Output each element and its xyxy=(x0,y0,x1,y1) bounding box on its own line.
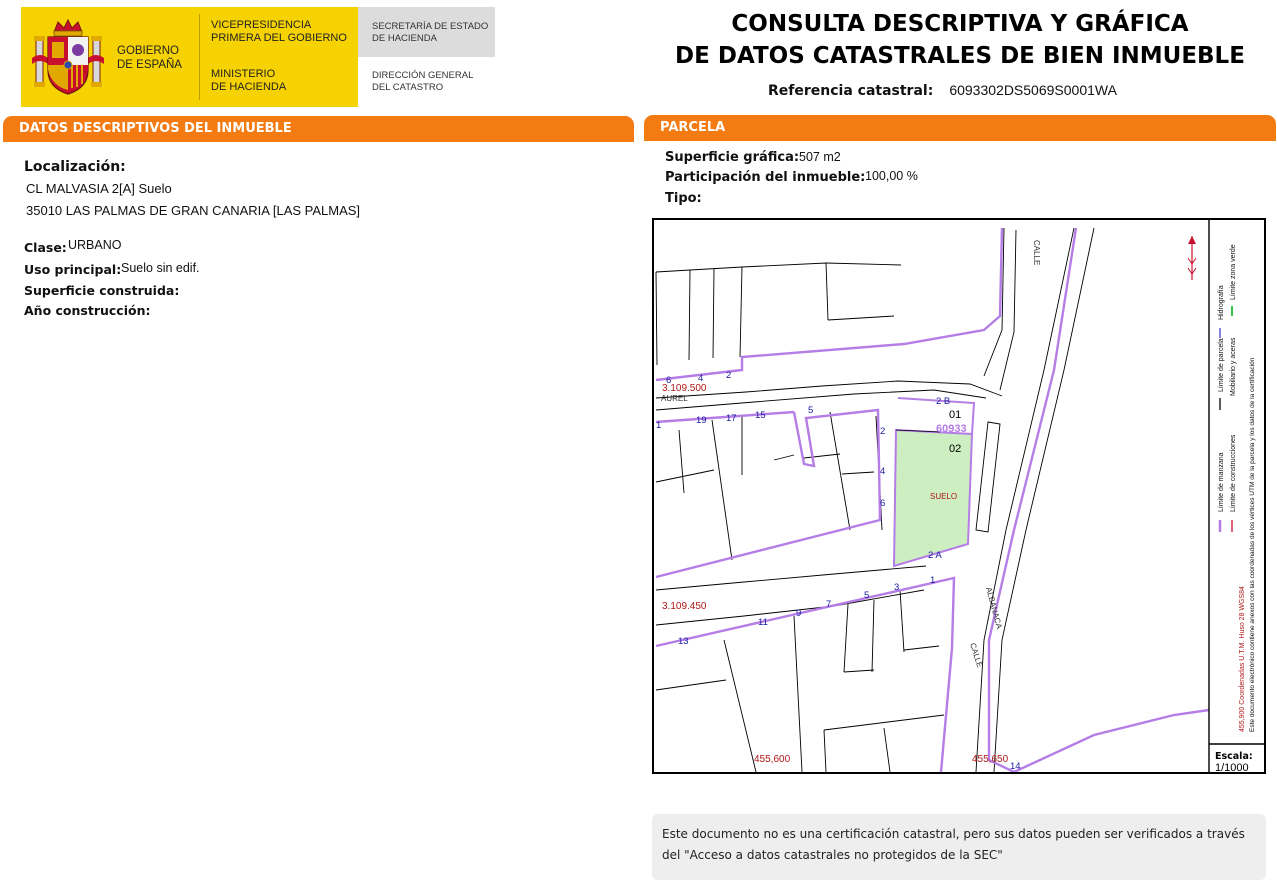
svg-text:Este documento electrónico con: Este documento electrónico contiene anex… xyxy=(1249,357,1256,732)
number-label: 2 xyxy=(726,370,731,381)
descriptivos-underline xyxy=(3,140,634,142)
coord-y2: 3.109.450 xyxy=(662,601,707,612)
svg-text:455,900 Coordenadas U.T.M. Hus: 455,900 Coordenadas U.T.M. Huso 28 WGS84 xyxy=(1239,586,1246,732)
logo-divider xyxy=(199,14,200,100)
referencia-catastral: Referencia catastral: 6093302DS5069S0001W… xyxy=(768,82,1117,99)
cadastral-map: 3.109.500 3.109.450 455,600 455,650 6093… xyxy=(652,218,1266,774)
superficie-construida-label: Superficie construida: xyxy=(24,283,180,298)
scale-label: Escala: xyxy=(1215,751,1253,762)
number-label: 13 xyxy=(678,636,689,647)
number-label: 11 xyxy=(758,617,768,628)
svg-text:Hidrografía: Hidrografía xyxy=(1218,285,1225,320)
construction-lines xyxy=(655,227,1095,772)
tipo-label: Tipo: xyxy=(665,191,702,206)
secretaria-label: SECRETARÍA DE ESTADO DE HACIENDA xyxy=(372,21,489,44)
street-aurel-label: AUREL xyxy=(661,394,688,403)
number-label: 4 xyxy=(880,466,885,477)
portal-2b: 2 B xyxy=(936,396,950,407)
number-label: 7 xyxy=(826,599,831,610)
ministerio-label: MINISTERIO DE HACIENDA xyxy=(211,68,287,93)
uso-principal-value: Suelo sin edif. xyxy=(121,261,200,275)
svg-text:Límite zona verde: Límite zona verde xyxy=(1230,244,1237,300)
number-label: 19 xyxy=(696,415,707,426)
north-arrow-icon xyxy=(1187,236,1197,280)
svg-text:Límite de parcela: Límite de parcela xyxy=(1218,338,1225,392)
participacion-label: Participación del inmueble: xyxy=(665,170,866,185)
number-label: 3 xyxy=(894,582,899,593)
cadastral-map-drawing: 3.109.500 3.109.450 455,600 455,650 6093… xyxy=(655,220,1264,772)
number-label: 5 xyxy=(864,590,869,601)
svg-text:Límite de construcciones: Límite de construcciones xyxy=(1230,434,1237,512)
scale-value: 1/1000 xyxy=(1215,762,1249,772)
coord-x1: 455,600 xyxy=(754,754,791,765)
number-label: 15 xyxy=(755,410,766,421)
parcela-underline xyxy=(644,139,1276,141)
number-label: 4 xyxy=(698,373,703,384)
number-label: 17 xyxy=(726,413,737,424)
suelo-label: SUELO xyxy=(930,492,957,501)
disclaimer-note: Este documento no es una certificación c… xyxy=(652,814,1266,880)
legend-items: Límite de manzana Límite de parcela Hidr… xyxy=(1218,244,1256,732)
number-label: 1 xyxy=(656,420,661,431)
localizacion-label: Localización: xyxy=(24,159,126,175)
unit-02-label: 02 xyxy=(949,443,961,455)
number-label: 9 xyxy=(796,608,801,619)
ref-value: 6093302DS5069S0001WA xyxy=(949,82,1117,98)
street-calle-label: CALLE xyxy=(968,642,984,669)
participacion-value: 100,00 % xyxy=(865,169,918,183)
parcel-ref-label: 60933 xyxy=(936,423,967,435)
localizacion-line2: 35010 LAS PALMAS DE GRAN CANARIA [LAS PA… xyxy=(26,203,361,218)
anio-construccion-label: Año construcción: xyxy=(24,303,151,318)
number-label: 14 xyxy=(1010,761,1021,772)
coat-of-arms-icon xyxy=(32,18,104,95)
superficie-grafica-label: Superficie gráfica: xyxy=(665,150,800,165)
unit-01-label: 01 xyxy=(949,409,961,421)
number-label: 1 xyxy=(930,575,935,586)
ref-label: Referencia catastral: xyxy=(768,83,934,99)
street-top-label: CALLE xyxy=(1032,240,1041,265)
number-label: 6 xyxy=(880,498,885,509)
uso-principal-label: Uso principal: xyxy=(24,262,122,277)
gobierno-espana-label: GOBIERNO DE ESPAÑA xyxy=(117,45,182,71)
clase-value: URBANO xyxy=(68,238,122,252)
portal-2a: 2 A xyxy=(928,550,942,561)
svg-text:Límite de manzana: Límite de manzana xyxy=(1218,452,1225,512)
localizacion-line1: CL MALVASIA 2[A] Suelo xyxy=(26,181,172,196)
vicepresidencia-label: VICEPRESIDENCIA PRIMERA DEL GOBIERNO xyxy=(211,19,347,44)
superficie-grafica-value: 507 m2 xyxy=(799,150,841,164)
document-title: CONSULTA DESCRIPTIVA Y GRÁFICA DE DATOS … xyxy=(675,11,1245,69)
parcela-header: PARCELA xyxy=(644,115,1276,139)
descriptivos-header: DATOS DESCRIPTIVOS DEL INMUEBLE xyxy=(3,116,634,140)
number-label: 5 xyxy=(808,405,813,416)
coord-x2: 455,650 xyxy=(972,754,1009,765)
svg-text:Mobiliario y aceras: Mobiliario y aceras xyxy=(1230,337,1237,396)
direccion-catastro-label: DIRECCIÓN GENERAL DEL CATASTRO xyxy=(372,70,474,93)
clase-label: Clase: xyxy=(24,240,67,255)
number-label: 6 xyxy=(666,375,671,386)
number-label: 2 xyxy=(880,426,885,437)
